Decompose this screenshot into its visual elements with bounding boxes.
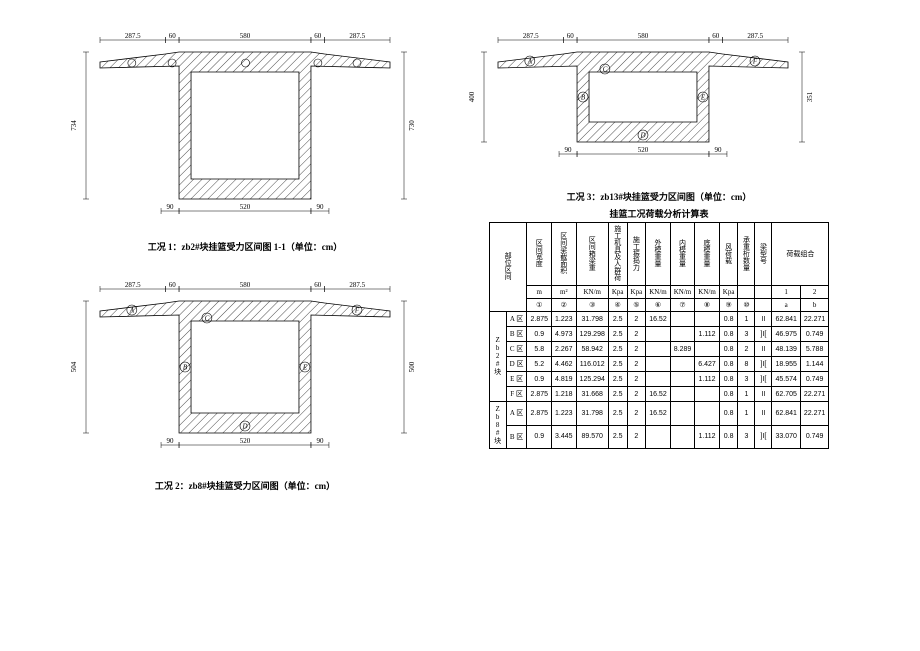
svg-text:90: 90 [714,146,722,154]
svg-text:90: 90 [167,437,175,445]
svg-text:504: 504 [70,361,78,372]
figure-3: 287.5 60 580 60 287.5 90 520 90 400 [458,24,860,203]
svg-text:F: F [752,58,758,66]
svg-text:B: B [581,94,586,102]
svg-text:60: 60 [169,32,177,40]
svg-text:60: 60 [314,32,322,40]
svg-text:287.5: 287.5 [747,32,763,40]
fig2-caption: 工况 2：zb8#块挂篮受力区间图（单位：cm） [60,479,430,492]
svg-text:D: D [639,132,645,140]
svg-text:287.5: 287.5 [125,32,141,40]
svg-text:A: A [527,58,533,66]
svg-text:500: 500 [408,361,416,372]
svg-text:580: 580 [240,32,251,40]
svg-text:F: F [354,307,360,315]
svg-text:287.5: 287.5 [523,32,539,40]
fig3-caption: 工况 3：zb13#块挂篮受力区间图（单位：cm） [458,190,860,203]
svg-text:287.5: 287.5 [349,32,365,40]
svg-text:520: 520 [240,437,251,445]
svg-text:60: 60 [169,281,177,289]
svg-text:A: A [129,307,135,315]
svg-text:580: 580 [638,32,649,40]
svg-text:734: 734 [70,120,78,131]
svg-text:730: 730 [408,120,416,131]
svg-text:580: 580 [240,281,251,289]
svg-text:C: C [603,66,608,74]
fig1-caption: 工况 1：zb2#块挂篮受力区间图 1-1（单位：cm） [60,240,430,253]
svg-text:520: 520 [638,146,649,154]
svg-text:520: 520 [240,203,251,211]
svg-text:90: 90 [316,203,324,211]
svg-text:400: 400 [468,91,476,102]
svg-text:C: C [205,315,210,323]
svg-text:D: D [241,423,247,431]
svg-text:60: 60 [712,32,720,40]
table-title: 挂篮工况荷载分析计算表 [458,207,860,220]
svg-text:60: 60 [314,281,322,289]
svg-text:B: B [183,364,188,372]
svg-text:E: E [700,94,706,102]
svg-text:90: 90 [565,146,573,154]
load-table: 部位区间区间宽度区间梁截面积区间箱梁重施工机具及人群荷施工振捣力外模重量内模重量… [489,222,830,449]
svg-text:60: 60 [567,32,575,40]
svg-text:287.5: 287.5 [349,281,365,289]
svg-text:287.5: 287.5 [125,281,141,289]
svg-text:90: 90 [316,437,324,445]
figure-2: 287.5 60 580 60 287.5 90 520 90 504 [60,273,430,492]
svg-text:90: 90 [167,203,175,211]
svg-text:E: E [302,364,308,372]
svg-text:351: 351 [806,91,814,102]
figure-1: 287.5 60 580 60 287.5 90 520 90 734 [60,24,430,253]
